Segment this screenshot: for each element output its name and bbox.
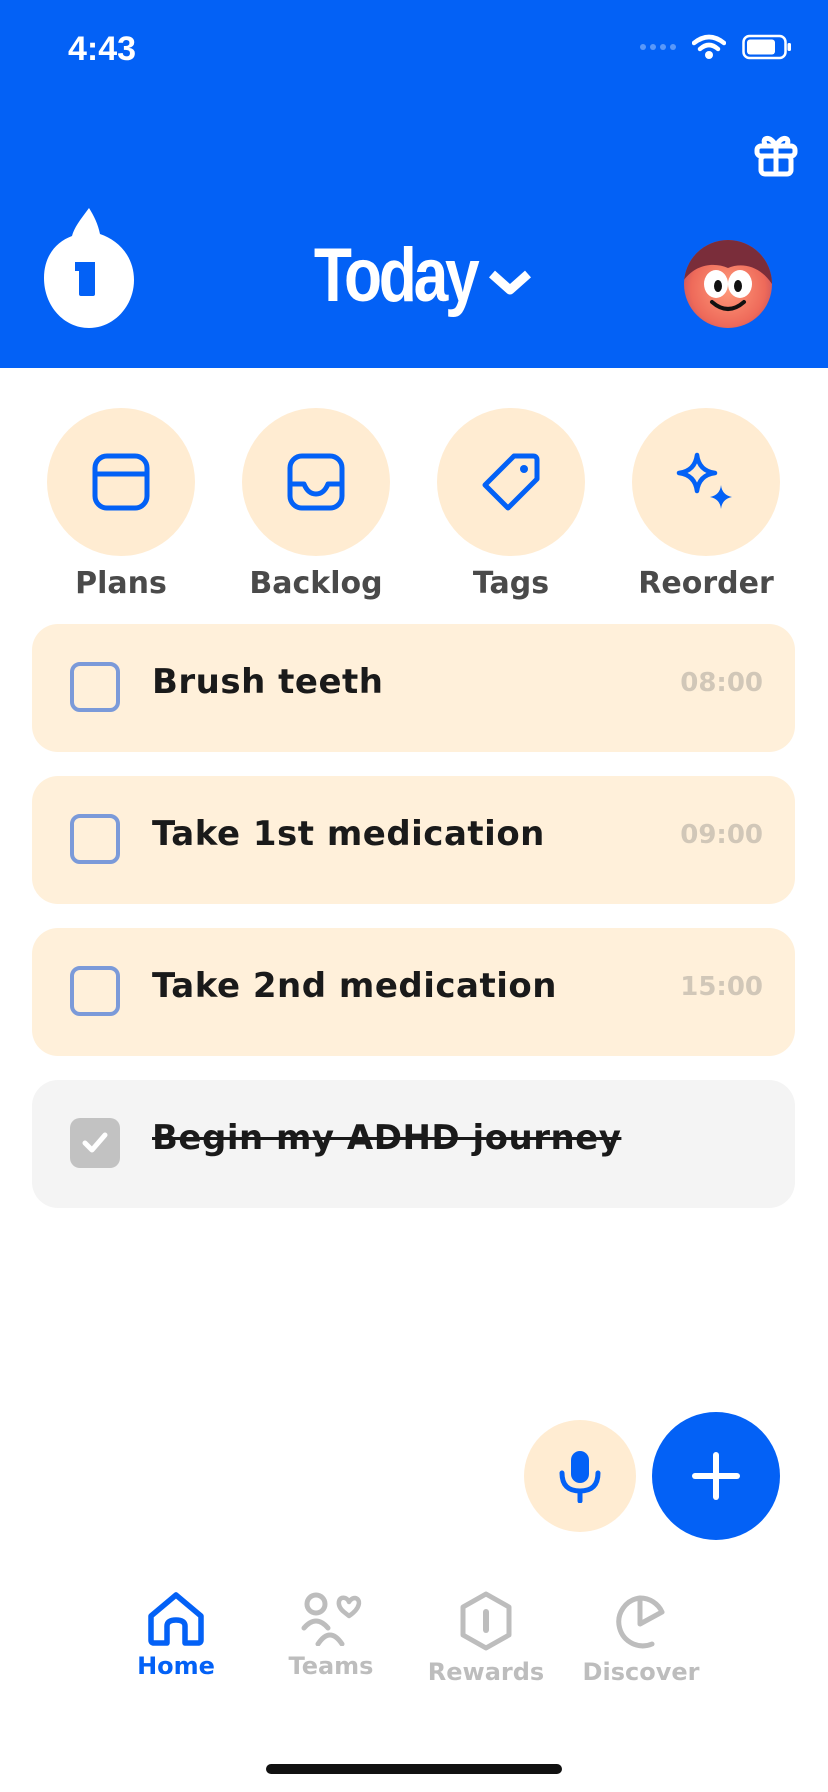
backlog-button[interactable] xyxy=(242,408,390,556)
inbox-icon xyxy=(287,453,345,511)
discover-icon xyxy=(616,1595,665,1649)
tab-discover-label: Discover xyxy=(582,1658,700,1686)
wifi-icon xyxy=(692,34,726,59)
cellular-signal-icon xyxy=(640,44,676,50)
gift-button[interactable] xyxy=(752,130,800,178)
tab-rewards-label: Rewards xyxy=(427,1658,545,1686)
sparkles-icon xyxy=(676,452,732,509)
microphone-icon xyxy=(559,1451,601,1503)
task-label: Brush teeth xyxy=(152,662,384,702)
tab-home[interactable]: Home xyxy=(101,1590,251,1680)
gift-icon xyxy=(754,136,798,177)
task-checkbox[interactable] xyxy=(70,662,120,712)
checkmark-icon xyxy=(82,1132,108,1153)
task-checkbox[interactable] xyxy=(70,814,120,864)
task-item-completed[interactable]: Begin my ADHD journey xyxy=(32,1080,795,1208)
task-item[interactable]: Brush teeth 08:00 xyxy=(32,624,795,752)
battery-icon xyxy=(742,34,791,60)
tab-home-label: Home xyxy=(137,1652,215,1680)
reorder-label: Reorder xyxy=(638,566,774,601)
task-item[interactable]: Take 2nd medication 15:00 xyxy=(32,928,795,1056)
plans-label: Plans xyxy=(75,566,167,601)
rewards-icon xyxy=(460,1591,512,1651)
tags-label: Tags xyxy=(472,566,550,601)
app-header: 4:43 Today xyxy=(0,0,828,368)
tag-icon xyxy=(482,453,540,511)
task-checkbox-checked[interactable] xyxy=(70,1118,120,1168)
chevron-down-icon xyxy=(489,270,532,294)
task-time: 08:00 xyxy=(680,668,763,698)
tags-button[interactable] xyxy=(437,408,585,556)
task-label: Begin my ADHD journey xyxy=(152,1118,622,1158)
task-time: 15:00 xyxy=(680,972,763,1002)
calendar-icon xyxy=(92,453,150,511)
tab-teams[interactable]: Teams xyxy=(256,1590,406,1680)
tab-rewards[interactable]: Rewards xyxy=(411,1590,561,1686)
teams-icon xyxy=(301,1592,362,1646)
home-indicator xyxy=(266,1764,562,1774)
add-task-button[interactable] xyxy=(652,1412,780,1540)
status-time: 4:43 xyxy=(68,30,137,68)
reorder-button[interactable] xyxy=(632,408,780,556)
task-time: 09:00 xyxy=(680,820,763,850)
task-label: Take 2nd medication xyxy=(152,966,557,1006)
page-title: Today xyxy=(313,233,480,318)
plans-button[interactable] xyxy=(47,408,195,556)
plus-icon xyxy=(692,1452,740,1500)
voice-input-button[interactable] xyxy=(524,1420,636,1532)
task-item[interactable]: Take 1st medication 09:00 xyxy=(32,776,795,904)
task-label: Take 1st medication xyxy=(152,814,545,854)
status-icons xyxy=(640,34,792,60)
task-checkbox[interactable] xyxy=(70,966,120,1016)
backlog-label: Backlog xyxy=(249,566,383,601)
tab-teams-label: Teams xyxy=(288,1652,374,1680)
home-icon xyxy=(148,1592,204,1646)
avatar[interactable] xyxy=(684,240,772,328)
tab-discover[interactable]: Discover xyxy=(566,1590,716,1686)
